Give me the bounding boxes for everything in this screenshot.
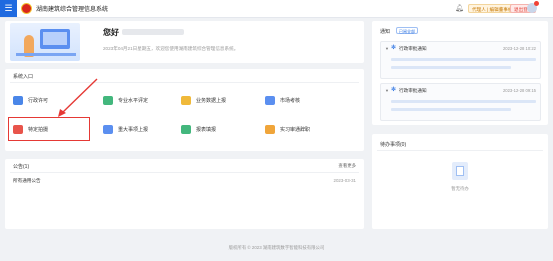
- footer-copyright: 版权所有 © 2023 湖南建筑数字智能科技有限公司: [228, 245, 325, 250]
- caret-down-icon[interactable]: ▼: [385, 46, 389, 51]
- todo-title: 待办事项(0): [380, 142, 407, 148]
- mark-all-read-button[interactable]: 已阅全部: [396, 27, 418, 34]
- notification-item[interactable]: ▼ ✻ 行政审批通知 2023-12-28 10:22: [380, 41, 541, 79]
- notice-row-title[interactable]: 所有通用公告: [13, 178, 41, 184]
- todo-card: 待办事项(0) 暂无待办: [372, 134, 548, 229]
- redacted-text: [391, 66, 511, 69]
- notification-item-title: 行政审批通知: [399, 46, 427, 51]
- divider: [377, 150, 543, 151]
- caret-down-icon[interactable]: ▼: [385, 88, 389, 93]
- notice-card: 公告(1) 查看更多 所有通用公告 2023-03-31: [5, 159, 364, 229]
- notification-card: 通知 已阅全部 ▼ ✻ 行政审批通知 2023-12-28 10:22 ▼ ✻ …: [372, 21, 548, 125]
- divider: [10, 172, 359, 173]
- notification-item[interactable]: ▼ ✻ 行政审批通知 2023-12-28 09:15: [380, 83, 541, 121]
- notification-item-time: 2023-12-28 10:22: [502, 46, 536, 51]
- more-link[interactable]: 查看更多: [338, 163, 356, 169]
- notification-title: 通知: [380, 29, 391, 35]
- gear-icon: ✻: [391, 87, 397, 93]
- notice-title: 公告(1): [13, 164, 30, 170]
- notification-item-title: 行政审批通知: [399, 88, 427, 93]
- todo-empty-text: 暂无待办: [451, 186, 469, 191]
- redacted-text: [391, 108, 511, 111]
- redacted-text: [391, 100, 536, 103]
- empty-clipboard-icon: [452, 162, 468, 180]
- notification-item-time: 2023-12-28 09:15: [502, 88, 536, 93]
- notice-row-date: 2023-03-31: [333, 178, 356, 183]
- redacted-text: [391, 58, 536, 61]
- gear-icon: ✻: [391, 45, 397, 51]
